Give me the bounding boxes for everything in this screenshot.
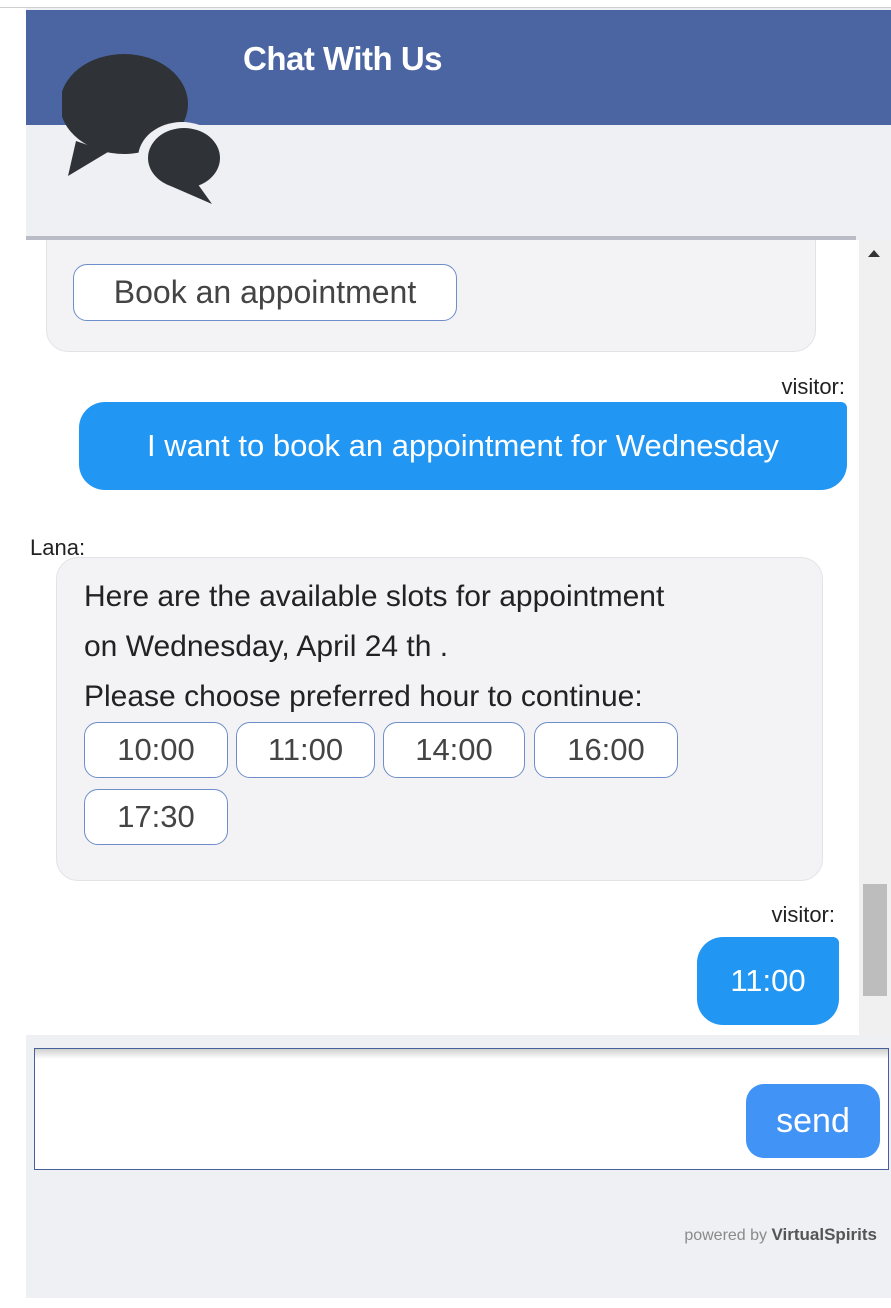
time-slot-button[interactable]: 11:00 [236,722,375,778]
message-scrollbar[interactable] [859,240,891,1035]
time-slot-button[interactable]: 17:30 [84,789,228,845]
scroll-up-arrow-icon[interactable] [868,250,880,257]
message-list: Book an appointment visitor: I want to b… [26,240,859,1035]
browser-edge [0,0,891,8]
time-slot-button[interactable]: 10:00 [84,722,228,778]
bot-message-text: Here are the available slots for appoint… [84,572,804,722]
visitor-sender-label: visitor: [781,374,845,399]
message-input[interactable]: send [34,1048,889,1170]
bot-message-line: Please choose preferred hour to continue… [84,680,643,713]
bot-message-line: Here are the available slots for appoint… [84,580,665,613]
scrollbar-thumb[interactable] [863,884,887,996]
chat-bubbles-icon [62,54,222,204]
brand-link[interactable]: VirtualSpirits [772,1225,878,1244]
input-inner-shadow [35,1049,888,1059]
bot-message-line: on Wednesday, April 24 th . [84,630,449,663]
visitor-message-bubble: I want to book an appointment for Wednes… [79,402,847,490]
powered-by-text: powered by [684,1227,768,1244]
powered-by-footer: powered by VirtualSpirits [684,1225,877,1245]
bot-message-bubble: Here are the available slots for appoint… [56,557,823,881]
visitor-message-bubble: 11:00 [697,937,839,1025]
time-slot-button[interactable]: 14:00 [383,722,525,778]
chat-title: Chat With Us [243,40,443,77]
time-slot-button[interactable]: 16:00 [534,722,678,778]
visitor-sender-label: visitor: [771,902,835,927]
send-button[interactable]: send [746,1084,880,1158]
chat-widget: Chat With Us Book an appointment visitor… [26,8,891,1298]
book-appointment-button[interactable]: Book an appointment [73,264,457,321]
